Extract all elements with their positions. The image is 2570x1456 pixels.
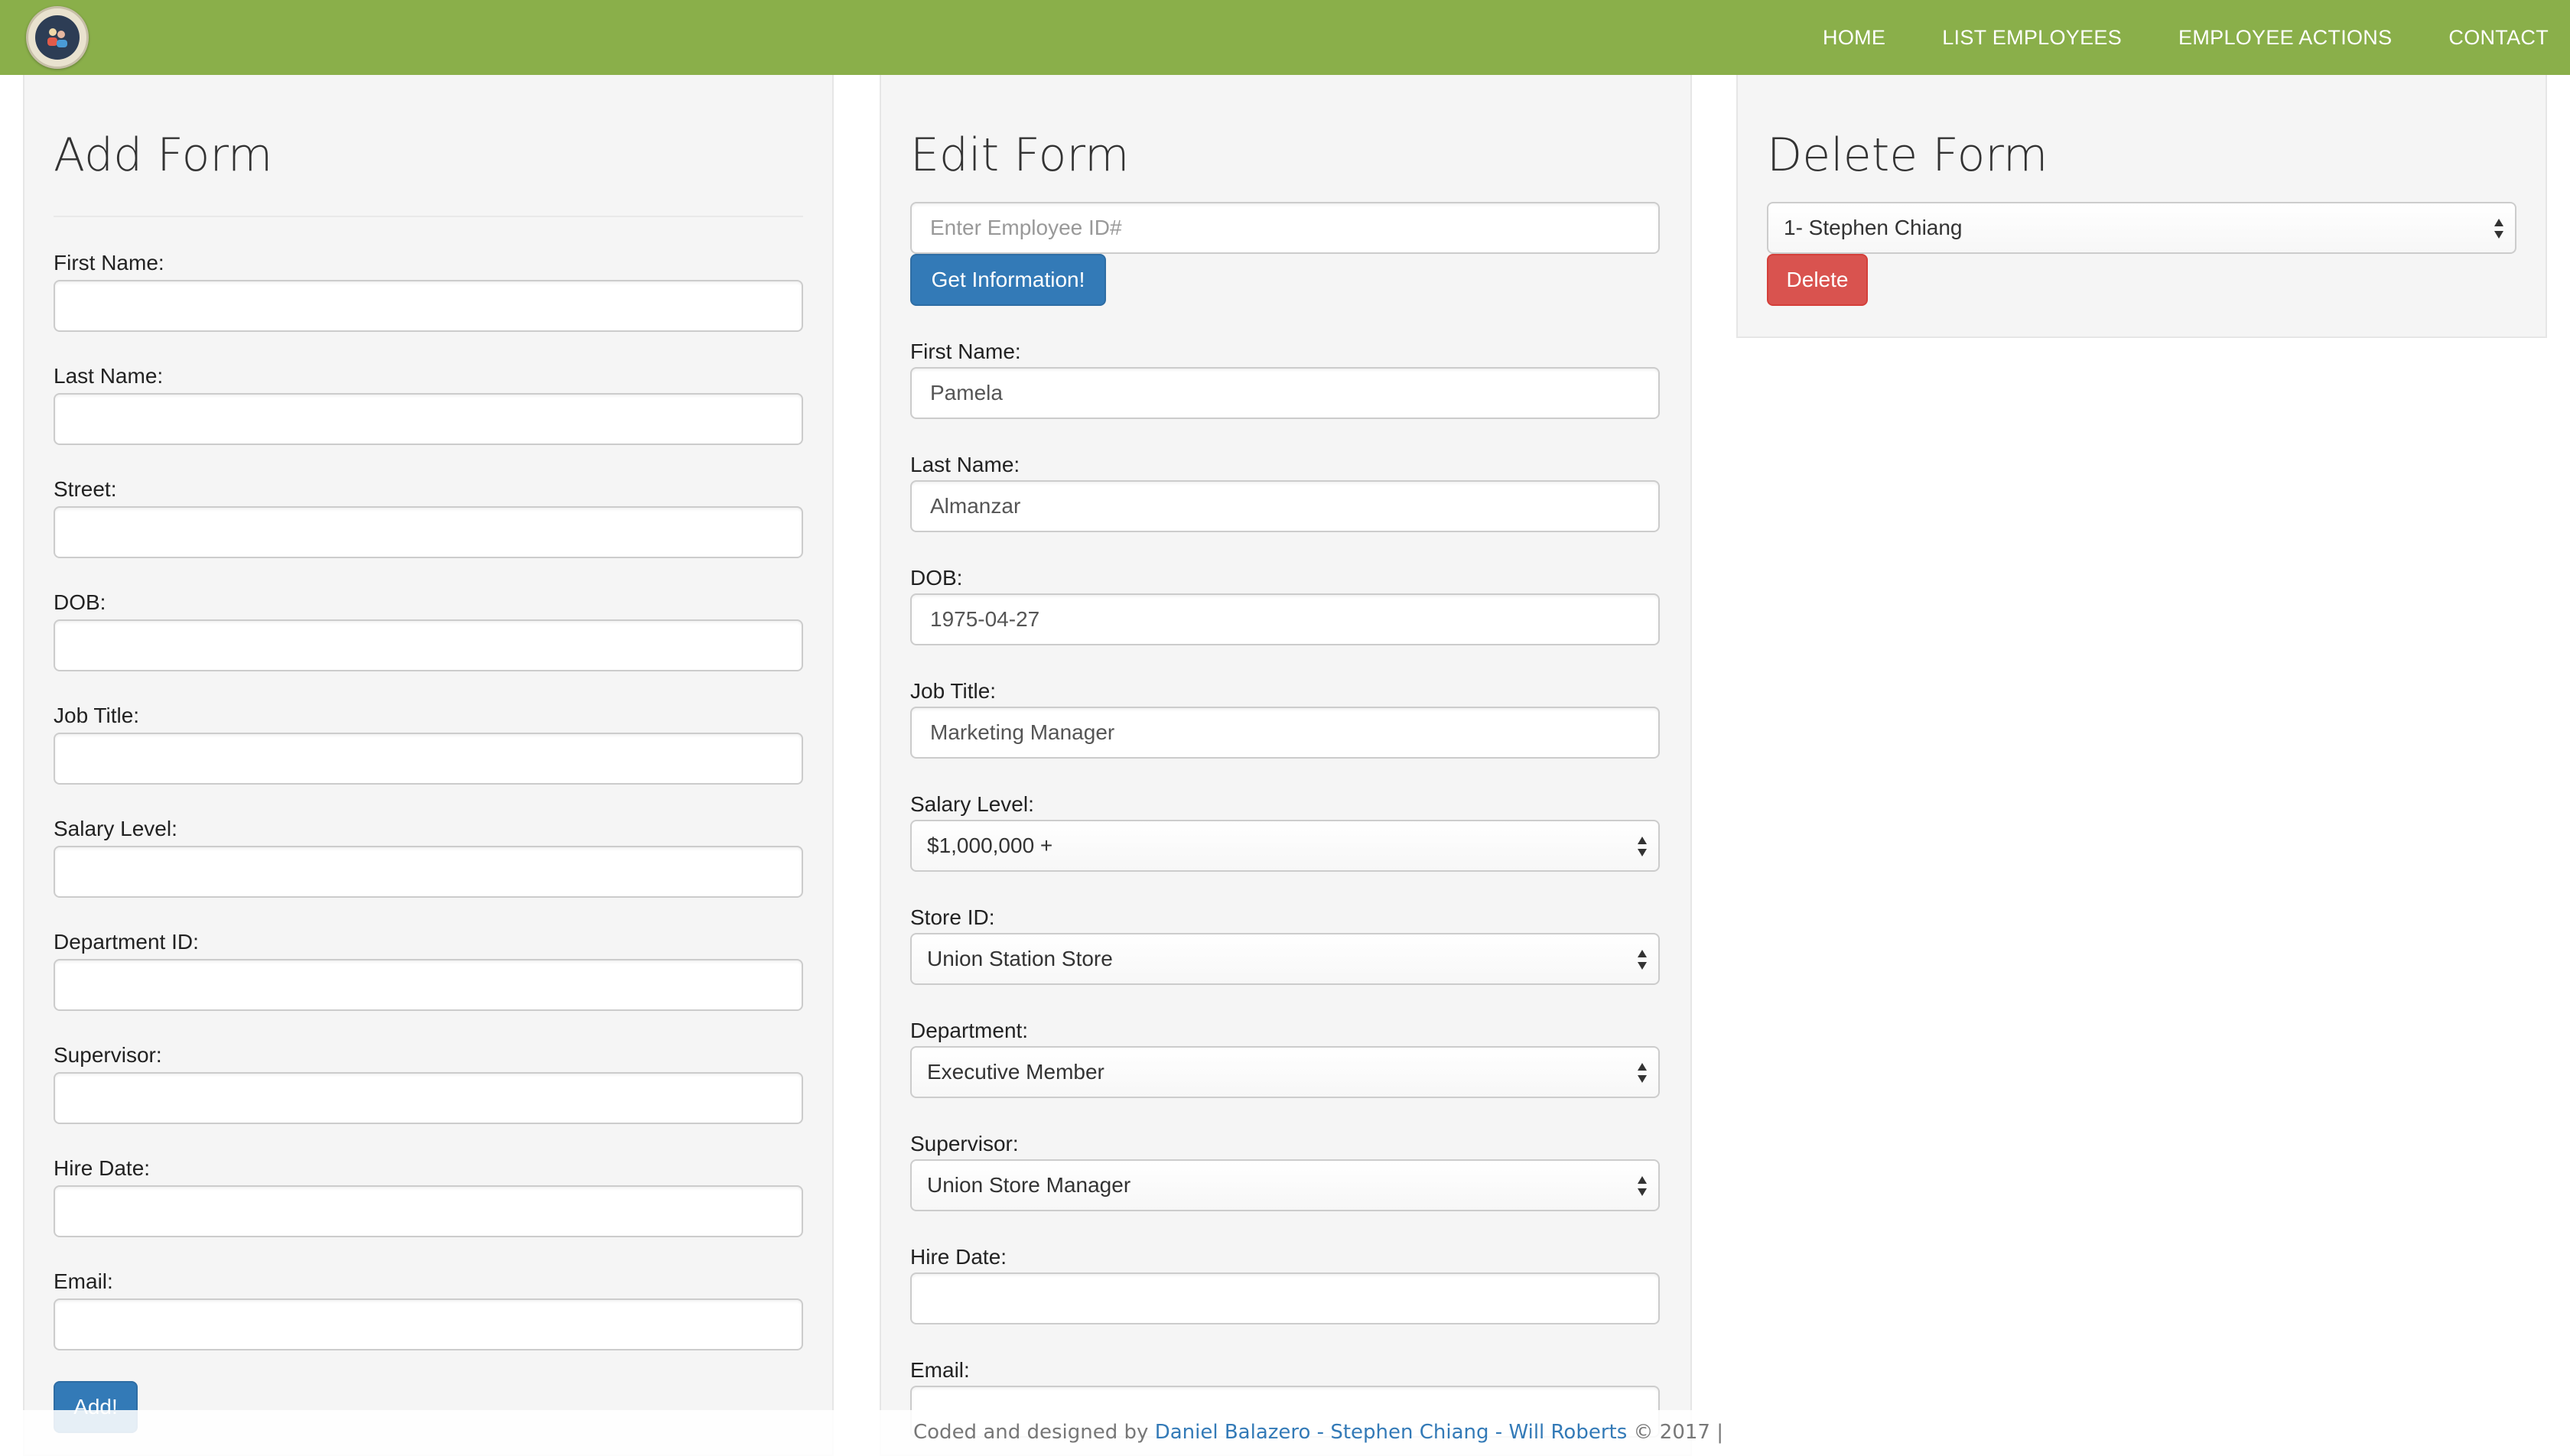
divider — [54, 216, 803, 217]
add-last-name-input[interactable] — [54, 393, 803, 445]
edit-last-name-input[interactable] — [910, 480, 1660, 532]
job-title-label: Job Title: — [54, 704, 140, 727]
salary-level-label: Salary Level: — [54, 817, 177, 840]
footer-suffix: © 2017 | — [1627, 1421, 1723, 1444]
department-value: Executive Member — [927, 1060, 1104, 1084]
get-information-button[interactable]: Get Information! — [910, 254, 1106, 306]
edit-form-panel: Edit Form Get Information! First Name: L… — [880, 75, 1692, 1456]
department-select[interactable]: Executive Member — [910, 1046, 1660, 1098]
nav-list-employees[interactable]: LIST EMPLOYEES — [1942, 26, 2122, 50]
delete-button[interactable]: Delete — [1767, 254, 1868, 306]
hire-date-label: Hire Date: — [910, 1245, 1007, 1269]
dob-label: DOB: — [54, 590, 106, 614]
nav-employee-actions[interactable]: EMPLOYEE ACTIONS — [2178, 26, 2392, 50]
salary-level-select[interactable]: $1,000,000 + — [910, 820, 1660, 872]
footer-prefix: Coded and designed by — [913, 1421, 1155, 1444]
last-name-label: Last Name: — [54, 364, 164, 388]
author-link-daniel[interactable]: Daniel Balazero — [1155, 1421, 1311, 1444]
add-supervisor-input[interactable] — [54, 1072, 803, 1124]
add-form-panel: Add Form First Name: Last Name: Street: … — [23, 75, 834, 1456]
nav-links: HOME LIST EMPLOYEES EMPLOYEE ACTIONS CON… — [1766, 0, 2549, 75]
employee-id-input[interactable] — [910, 202, 1660, 254]
first-name-label: First Name: — [910, 340, 1021, 363]
edit-form-title: Edit Form — [910, 128, 1130, 182]
author-link-will[interactable]: Will Roberts — [1508, 1421, 1627, 1444]
select-arrows-icon — [1638, 950, 1647, 970]
footer-credits: Coded and designed by Daniel Balazero - … — [913, 1421, 1723, 1444]
nav-home[interactable]: HOME — [1823, 26, 1885, 50]
delete-form-title: Delete Form — [1767, 128, 2048, 182]
supervisor-label: Supervisor: — [910, 1132, 1019, 1155]
store-id-select[interactable]: Union Station Store — [910, 933, 1660, 985]
department-id-label: Department ID: — [54, 930, 199, 954]
select-arrows-icon — [2494, 219, 2503, 239]
salary-level-label: Salary Level: — [910, 792, 1034, 816]
select-arrows-icon — [1638, 837, 1647, 856]
supervisor-value: Union Store Manager — [927, 1173, 1131, 1197]
footer-separator: - — [1488, 1421, 1509, 1444]
select-arrows-icon — [1638, 1176, 1647, 1196]
footer-separator: - — [1310, 1421, 1331, 1444]
supervisor-select[interactable]: Union Store Manager — [910, 1159, 1660, 1211]
supervisor-label: Supervisor: — [54, 1043, 162, 1067]
edit-hire-date-input[interactable] — [910, 1272, 1660, 1324]
add-form-title: Add Form — [54, 128, 273, 182]
salary-level-value: $1,000,000 + — [927, 834, 1053, 857]
add-street-input[interactable] — [54, 506, 803, 558]
edit-dob-input[interactable] — [910, 593, 1660, 645]
dob-label: DOB: — [910, 566, 963, 590]
delete-employee-value: 1- Stephen Chiang — [1784, 216, 1963, 239]
author-link-stephen[interactable]: Stephen Chiang — [1330, 1421, 1488, 1444]
add-hire-date-input[interactable] — [54, 1185, 803, 1237]
store-id-label: Store ID: — [910, 905, 995, 929]
people-logo-icon[interactable] — [26, 6, 89, 69]
delete-employee-select[interactable]: 1- Stephen Chiang — [1767, 202, 2516, 254]
edit-first-name-input[interactable] — [910, 367, 1660, 419]
hire-date-label: Hire Date: — [54, 1156, 151, 1180]
first-name-label: First Name: — [54, 251, 164, 275]
add-department-id-input[interactable] — [54, 959, 803, 1011]
add-first-name-input[interactable] — [54, 280, 803, 332]
nav-contact[interactable]: CONTACT — [2448, 26, 2549, 50]
department-label: Department: — [910, 1019, 1029, 1042]
add-salary-level-input[interactable] — [54, 846, 803, 898]
edit-job-title-input[interactable] — [910, 707, 1660, 759]
last-name-label: Last Name: — [910, 453, 1020, 476]
job-title-label: Job Title: — [910, 679, 997, 703]
email-label: Email: — [54, 1269, 113, 1293]
add-job-title-input[interactable] — [54, 733, 803, 785]
navbar: HOME LIST EMPLOYEES EMPLOYEE ACTIONS CON… — [0, 0, 2570, 75]
add-dob-input[interactable] — [54, 619, 803, 671]
street-label: Street: — [54, 477, 117, 501]
add-email-input[interactable] — [54, 1298, 803, 1350]
footer: Coded and designed by Daniel Balazero - … — [0, 1410, 2570, 1456]
delete-form-panel: Delete Form 1- Stephen Chiang Delete — [1736, 75, 2547, 338]
email-label: Email: — [910, 1358, 970, 1382]
select-arrows-icon — [1638, 1063, 1647, 1083]
store-id-value: Union Station Store — [927, 947, 1113, 970]
